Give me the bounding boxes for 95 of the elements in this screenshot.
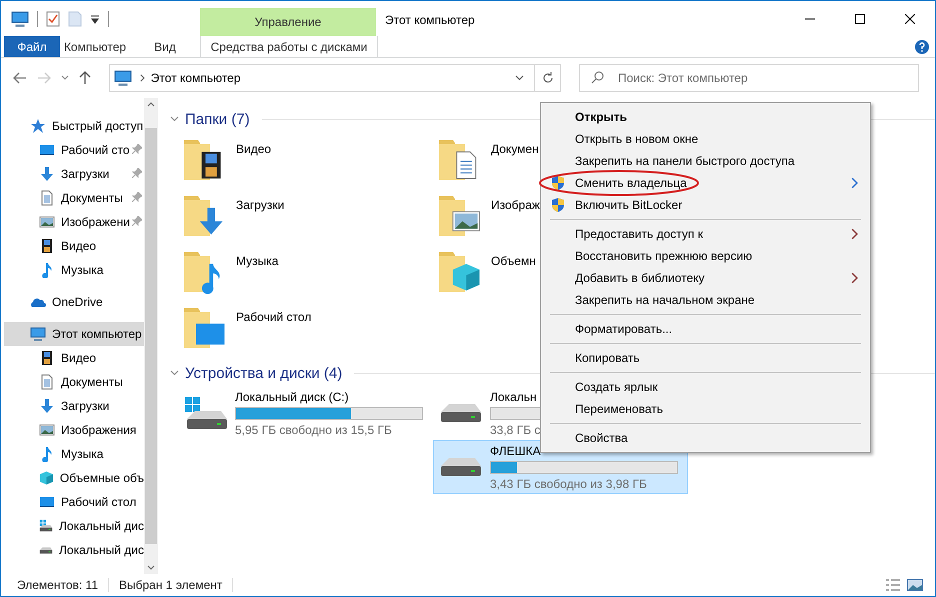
search-field[interactable]: Поиск: Этот компьютер [579, 64, 919, 92]
nav-item[interactable]: Видео [4, 346, 144, 370]
address-bar[interactable]: Этот компьютер [109, 64, 561, 92]
status-text: Выбран 1 элемент [109, 578, 234, 592]
chevron-right-icon [140, 74, 145, 82]
nav-item[interactable]: Музыка [4, 258, 144, 282]
shield-icon [551, 175, 565, 191]
nav-item[interactable]: Рабочий сто [4, 138, 144, 162]
down-arrow-icon [39, 166, 55, 182]
group-heading: Папки (7) [185, 110, 250, 128]
nav-item[interactable]: Рабочий стол [4, 490, 144, 514]
free-space-text: 5,95 ГБ свободно из 15,5 ГБ [235, 422, 393, 436]
help-icon[interactable] [915, 40, 929, 54]
image-icon [39, 422, 55, 438]
menu-item[interactable]: Создать ярлык [541, 376, 870, 398]
menu-item[interactable]: Копировать [541, 347, 870, 369]
nav-item[interactable]: Загрузки [4, 162, 144, 186]
maximize-icon [855, 14, 865, 24]
drive-name: Локальн [490, 390, 538, 404]
star-icon [30, 118, 46, 134]
drive-icon [39, 518, 54, 534]
back-arrow-icon[interactable] [13, 72, 27, 84]
status-text: Элементов: 11 [7, 578, 109, 592]
shield-icon [551, 197, 565, 213]
free-space-text: 33,8 ГБ с [490, 422, 542, 436]
nav-item[interactable]: OneDrive [4, 290, 144, 314]
nav-item[interactable]: Видео [4, 234, 144, 258]
menu-item[interactable]: Включить BitLocker [541, 194, 870, 216]
ribbon-tab[interactable]: Средства работы с дисками [200, 36, 378, 57]
nav-item[interactable]: Изображени [4, 210, 144, 234]
up-arrow-icon[interactable] [79, 71, 91, 85]
document-icon [39, 374, 55, 390]
menu-item[interactable]: Предоставить доступ к [541, 223, 870, 245]
menu-item[interactable]: Закрепить на начальном экране [541, 289, 870, 311]
menu-item[interactable]: Сменить владельца [541, 172, 870, 194]
folder-name[interactable]: Объемн [491, 248, 536, 268]
group-heading: Устройства и диски (4) [185, 364, 342, 382]
close-icon [905, 14, 915, 24]
folder-name[interactable]: Музыка [236, 248, 278, 268]
film-icon [39, 350, 55, 366]
drive-icon [441, 458, 481, 476]
window-title: Этот компьютер [384, 12, 476, 29]
nav-item[interactable]: Документы [4, 370, 144, 394]
dropdown-icon[interactable] [90, 14, 100, 24]
cube-icon [39, 470, 54, 486]
scrollbar-thumb[interactable] [145, 128, 157, 544]
checklist-icon[interactable] [46, 10, 60, 26]
context-group-label: Управление [200, 8, 376, 36]
nav-item[interactable]: Быстрый доступ [4, 114, 144, 138]
nav-item[interactable]: Объемные объ [4, 466, 144, 490]
chevron-down-icon[interactable] [61, 75, 69, 81]
menu-item[interactable]: Переименовать [541, 398, 870, 420]
search-icon [591, 71, 604, 84]
chevron-down-icon[interactable] [170, 116, 179, 122]
refresh-icon [542, 72, 554, 84]
nav-item[interactable]: Локальный дис [4, 514, 144, 538]
menu-item[interactable]: Форматировать... [541, 318, 870, 340]
nav-item[interactable]: Музыка [4, 442, 144, 466]
nav-item[interactable]: Этот компьютер [4, 322, 144, 346]
free-space-text: 3,43 ГБ свободно из 3,98 ГБ [490, 476, 648, 490]
drive-tile[interactable]: Локальный диск (C:) 5,95 ГБ свободно из 15,5 ГБ [178, 386, 433, 440]
minimize-icon [805, 18, 815, 20]
nav-item[interactable]: Документы [4, 186, 144, 210]
nav-item[interactable]: Загрузки [4, 394, 144, 418]
folder-name[interactable]: Докумен [491, 136, 539, 156]
folder-name[interactable]: Рабочий стол [236, 304, 312, 324]
menu-item[interactable]: Восстановить прежнюю версию [541, 245, 870, 267]
computer-icon [114, 69, 132, 87]
large-icons-view-icon[interactable] [907, 578, 923, 592]
menu-item[interactable]: Открыть [541, 106, 870, 128]
chevron-down-icon[interactable] [515, 75, 524, 81]
nav-item[interactable]: Изображения [4, 418, 144, 442]
drive-icon [183, 395, 229, 431]
folder-name[interactable]: Видео [236, 136, 272, 156]
folder-name[interactable]: Загрузки [236, 192, 284, 212]
drive-icon [39, 546, 54, 554]
computer-icon [11, 10, 29, 28]
drive-icon [441, 404, 481, 422]
details-view-icon[interactable] [885, 578, 901, 592]
menu-item[interactable]: Добавить в библиотеку [541, 267, 870, 289]
monitor-icon [39, 494, 55, 510]
folder-name[interactable]: Изображ [491, 192, 540, 212]
nav-item[interactable]: Локальный дис [4, 538, 144, 562]
ribbon-tab[interactable]: Файл [4, 36, 60, 57]
menu-item[interactable]: Закрепить на панели быстрого доступа [541, 150, 870, 172]
chevron-down-icon[interactable] [170, 370, 179, 376]
menu-item[interactable]: Открыть в новом окне [541, 128, 870, 150]
computer-icon [30, 326, 46, 342]
film-icon [39, 238, 55, 254]
drive-name: ФЛЕШКА [490, 444, 542, 458]
down-arrow-icon [39, 398, 55, 414]
drive-name: Локальный диск (C:) [235, 390, 350, 404]
image-icon [39, 214, 55, 230]
document-icon [39, 190, 55, 206]
monitor-icon [39, 142, 55, 158]
